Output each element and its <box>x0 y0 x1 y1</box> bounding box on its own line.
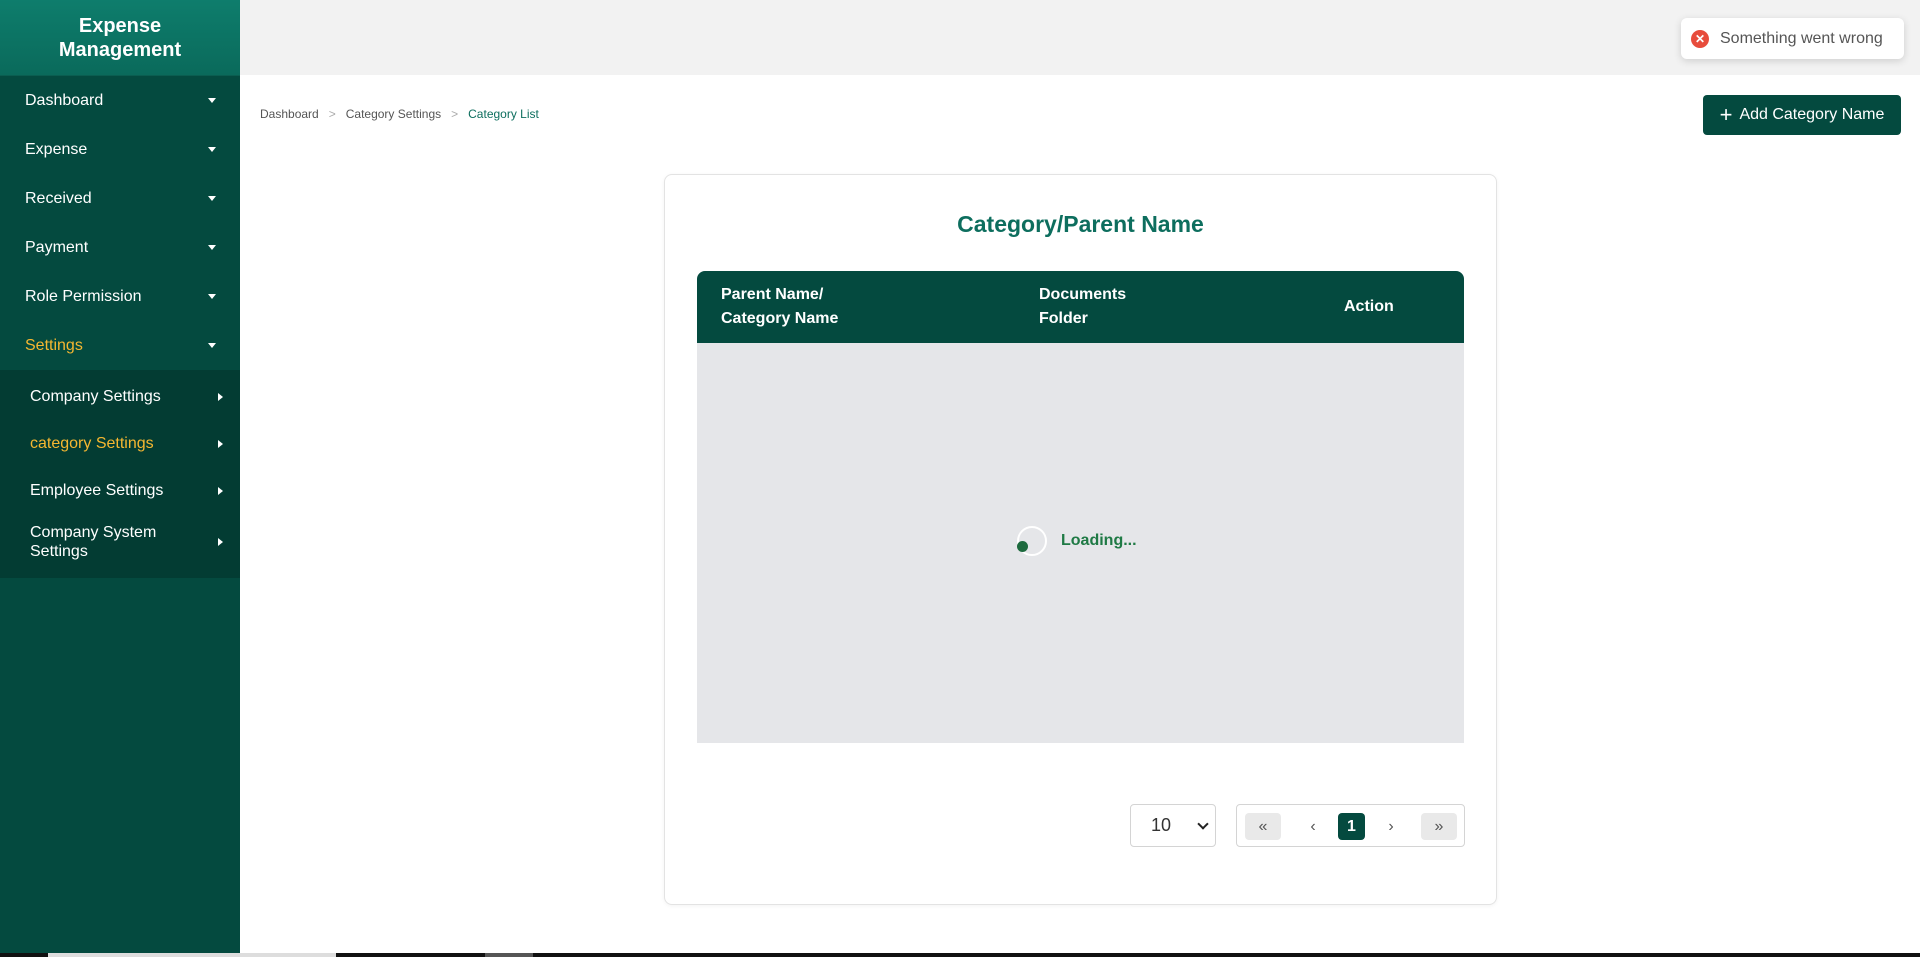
column-header-documents-folder: Documents Folder <box>1039 283 1126 331</box>
sidebar-item-received[interactable]: Received <box>0 174 240 223</box>
sidebar-item-settings[interactable]: Settings <box>0 321 240 370</box>
caret-right-icon <box>218 538 223 546</box>
column-header-action: Action <box>1344 295 1394 319</box>
column-header-line: Folder <box>1039 310 1088 327</box>
submenu-item-category-settings[interactable]: category Settings <box>0 420 240 467</box>
sidebar-item-label: Dashboard <box>25 91 104 109</box>
sidebar-item-label: Received <box>25 189 92 207</box>
chevron-right-icon: > <box>451 107 459 121</box>
add-category-label: Add Category Name <box>1739 106 1885 123</box>
add-category-button[interactable]: + Add Category Name <box>1703 95 1901 135</box>
sidebar-item-label: Payment <box>25 238 89 256</box>
sidebar-item-payment[interactable]: Payment <box>0 223 240 272</box>
submenu-item-label: Company System Settings <box>30 524 157 560</box>
submenu-item-label: category Settings <box>30 434 154 452</box>
sidebar-item-label: Role Permission <box>25 287 142 305</box>
category-card: Category/Parent Name Parent Name/ Catego… <box>664 174 1497 905</box>
sidebar-item-dashboard[interactable]: Dashboard <box>0 76 240 125</box>
breadcrumb: Dashboard > Category Settings > Category… <box>260 107 539 121</box>
top-bar <box>240 0 1920 75</box>
chevron-left-icon: ‹ <box>1310 817 1316 835</box>
table-body: Loading... <box>697 343 1464 743</box>
sidebar-item-expense[interactable]: Expense <box>0 125 240 174</box>
sidebar: Expense Management Dashboard Expense Rec… <box>0 0 240 957</box>
caret-right-icon <box>218 486 223 495</box>
chevron-right-icon: > <box>328 107 336 121</box>
brand-line-2: Management <box>58 39 182 61</box>
plus-icon: + <box>1719 102 1733 127</box>
loading-indicator: Loading... <box>1017 526 1137 556</box>
chevron-right-icon: › <box>1388 817 1394 835</box>
caret-down-icon <box>208 294 216 299</box>
error-toast[interactable]: ✕ Something went wrong <box>1681 18 1904 59</box>
column-header-parent-name: Parent Name/ Category Name <box>721 283 838 331</box>
bottom-strip <box>0 953 1920 957</box>
brand-line-1: Expense <box>78 15 162 37</box>
page-number-button[interactable]: 1 <box>1338 813 1365 840</box>
loading-text: Loading... <box>1061 532 1137 549</box>
submenu-item-label: Company Settings <box>30 387 161 405</box>
double-chevron-right-icon: » <box>1434 817 1444 835</box>
caret-down-icon <box>208 147 216 152</box>
caret-down-icon <box>208 245 216 250</box>
caret-right-icon <box>218 392 223 401</box>
page-size-select[interactable]: 10 <box>1130 804 1216 847</box>
submenu-item-label: Employee Settings <box>30 481 164 499</box>
breadcrumb-item-category-list: Category List <box>468 107 539 121</box>
breadcrumb-item-category-settings[interactable]: Category Settings <box>346 107 441 121</box>
column-header-line: Action <box>1344 298 1394 315</box>
brand-logo[interactable]: Expense Management <box>0 0 240 76</box>
table-header: Parent Name/ Category Name Documents Fol… <box>697 271 1464 343</box>
caret-right-icon <box>218 439 223 448</box>
submenu-item-company-system-settings[interactable]: Company System Settings <box>0 514 240 570</box>
double-chevron-left-icon: « <box>1258 817 1268 835</box>
caret-down-icon <box>208 196 216 201</box>
page-number: 1 <box>1347 817 1356 835</box>
column-header-line: Category Name <box>721 310 839 327</box>
column-header-line: Parent Name/ <box>721 286 824 303</box>
card-title: Category/Parent Name <box>957 211 1204 237</box>
next-page-button[interactable]: › <box>1381 813 1401 840</box>
submenu-item-company-settings[interactable]: Company Settings <box>0 373 240 420</box>
caret-down-icon <box>208 343 216 348</box>
last-page-button[interactable]: » <box>1421 813 1457 840</box>
spinner-icon <box>1017 526 1047 556</box>
page-size-value: 10 <box>1151 815 1172 835</box>
breadcrumb-item-dashboard[interactable]: Dashboard <box>260 107 319 121</box>
sidebar-item-label: Expense <box>25 140 88 158</box>
prev-page-button[interactable]: ‹ <box>1303 813 1323 840</box>
column-header-line: Documents <box>1039 286 1127 303</box>
chevron-down-icon <box>1197 817 1209 830</box>
sidebar-item-role-permission[interactable]: Role Permission <box>0 272 240 321</box>
caret-down-icon <box>208 98 216 103</box>
toast-message: Something went wrong <box>1720 29 1883 47</box>
error-icon: ✕ <box>1691 29 1709 48</box>
settings-submenu: Company Settings category Settings Emplo… <box>0 370 240 578</box>
sidebar-item-label: Settings <box>25 336 83 354</box>
pagination: « ‹ 1 › » <box>1236 804 1465 847</box>
first-page-button[interactable]: « <box>1245 813 1281 840</box>
submenu-item-employee-settings[interactable]: Employee Settings <box>0 467 240 514</box>
